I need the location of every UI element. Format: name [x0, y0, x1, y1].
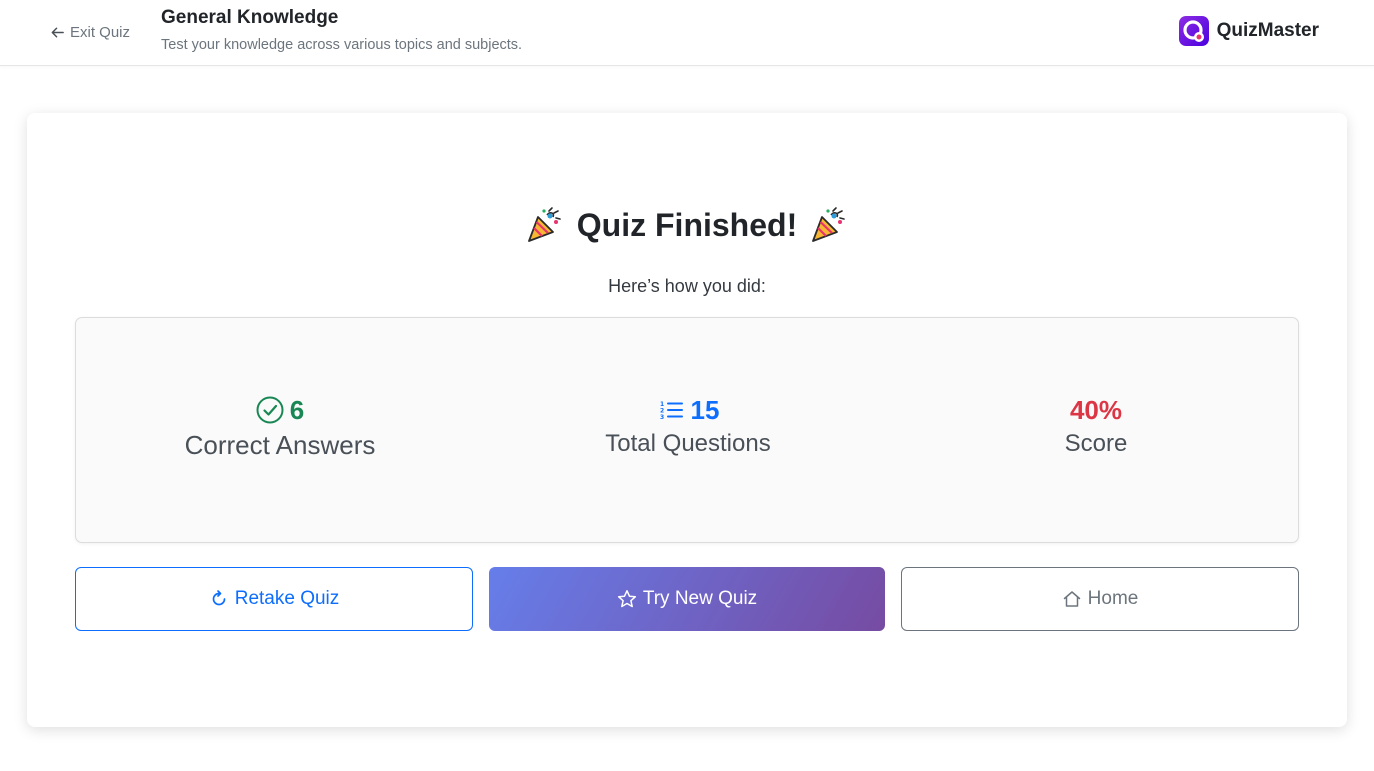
stat-score: 40% Score: [892, 394, 1300, 458]
party-popper-icon: [812, 207, 846, 242]
retake-quiz-button[interactable]: Retake Quiz: [75, 567, 473, 631]
exit-quiz-label: Exit Quiz: [70, 23, 131, 41]
svg-text:3: 3: [660, 414, 664, 421]
star-icon: [617, 590, 636, 608]
result-heading: Quiz Finished!: [0, 205, 1374, 245]
correct-answers-value: 6: [289, 394, 305, 425]
correct-answers-label: Correct Answers: [184, 430, 376, 460]
total-questions-label: Total Questions: [605, 430, 771, 457]
brand-name: QuizMaster: [1216, 20, 1319, 41]
brand[interactable]: QuizMaster: [1178, 16, 1319, 46]
stat-total-questions: 1 2 3 15 Total Questions: [484, 394, 892, 458]
correct-value-row: 6: [76, 394, 484, 426]
total-value-row: 1 2 3 15: [484, 394, 892, 426]
arrow-left-icon: [51, 27, 64, 37]
score-value: 40%: [1069, 394, 1123, 425]
stats-panel: 6 Correct Answers 1 2 3 15 Total Questio…: [75, 317, 1299, 543]
score-value-row: 40%: [892, 394, 1300, 426]
try-new-quiz-button[interactable]: Try New Quiz: [489, 567, 885, 631]
party-popper-icon: [527, 207, 561, 242]
score-label: Score: [1064, 430, 1128, 457]
check-circle-icon: [256, 396, 284, 424]
stat-correct-answers: 6 Correct Answers: [76, 394, 484, 461]
house-icon: [1063, 591, 1080, 607]
quiz-description: Test your knowledge across various topic…: [161, 37, 523, 53]
home-label: Home: [1087, 588, 1139, 609]
quizmaster-logo-icon: [1178, 16, 1209, 46]
try-new-quiz-label: Try New Quiz: [642, 588, 758, 609]
total-questions-value: 15: [690, 394, 720, 425]
top-header: Exit Quiz General Knowledge Test your kn…: [0, 0, 1374, 66]
retake-quiz-label: Retake Quiz: [234, 588, 340, 609]
list-ol-icon: 1 2 3: [660, 401, 683, 421]
result-title: Quiz Finished!: [576, 206, 798, 243]
home-button[interactable]: Home: [901, 567, 1299, 631]
refresh-icon: [212, 590, 226, 606]
quiz-title: General Knowledge: [161, 7, 339, 28]
result-subtitle: Here’s how you did:: [608, 276, 766, 296]
exit-quiz-button[interactable]: Exit Quiz: [50, 20, 130, 44]
